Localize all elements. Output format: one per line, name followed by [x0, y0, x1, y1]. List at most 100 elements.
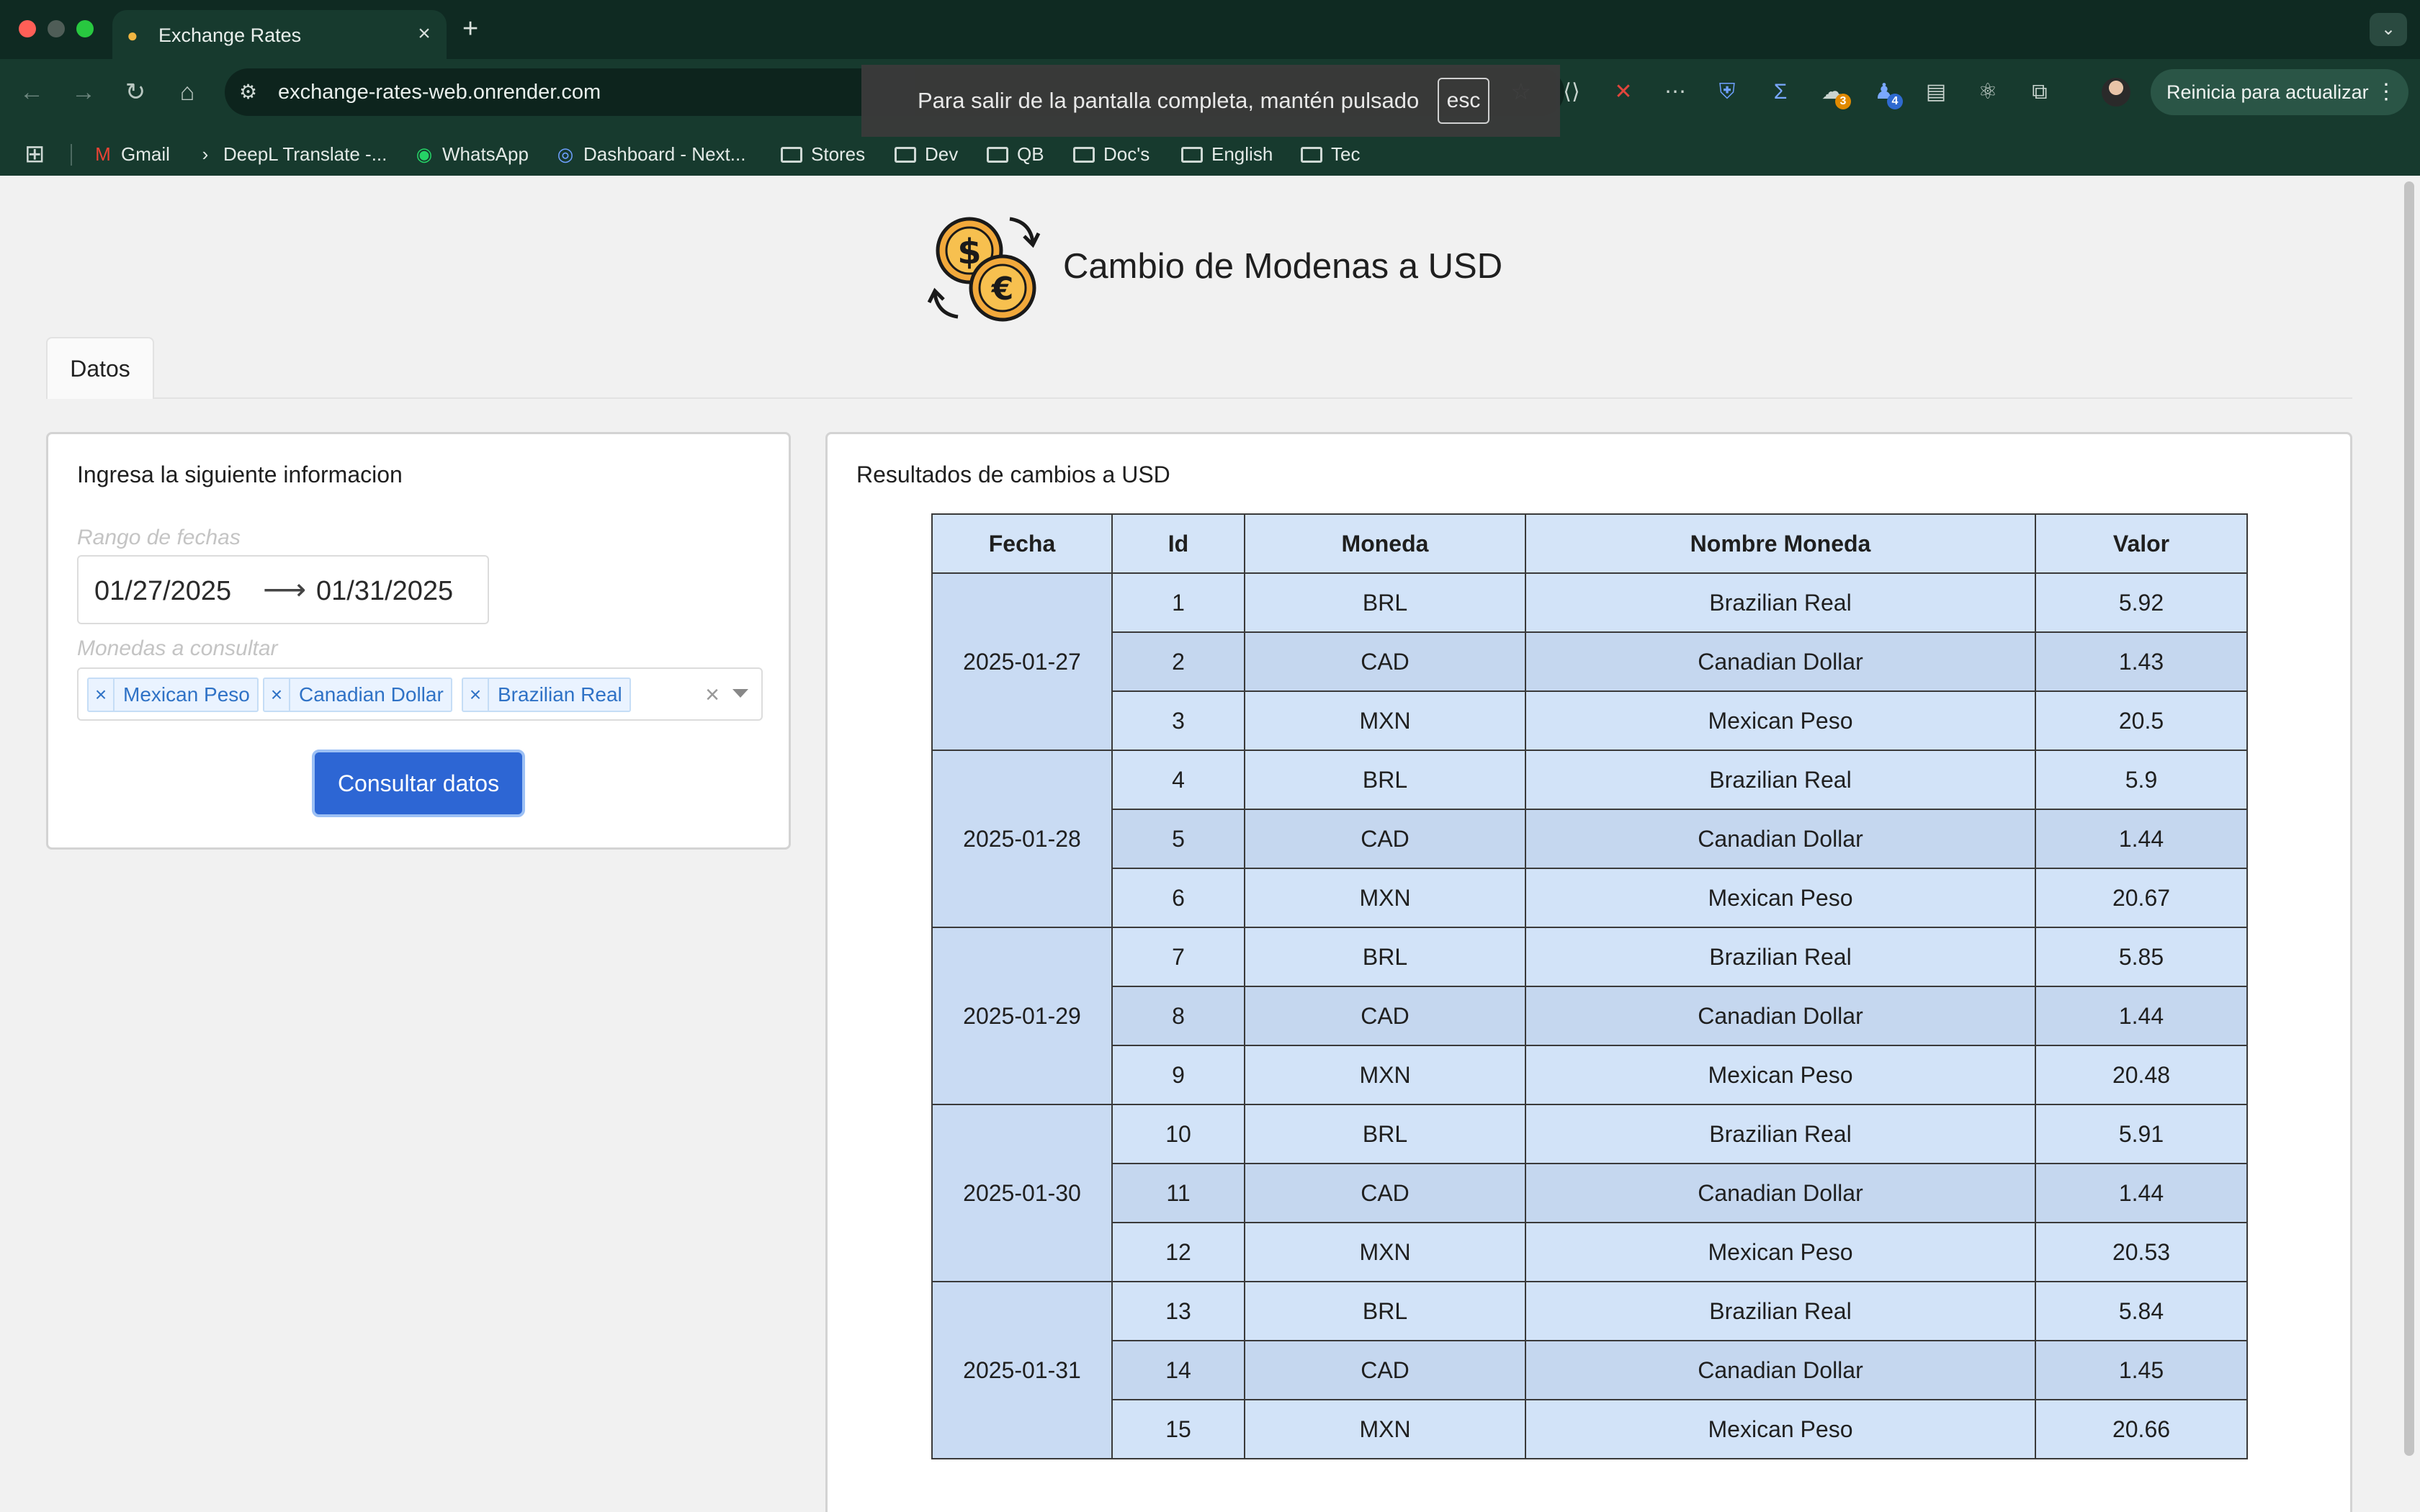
- extension-weather-icon[interactable]: ☁ 3: [1816, 76, 1851, 109]
- start-date-input[interactable]: 01/27/2025: [94, 575, 231, 607]
- profile-avatar[interactable]: [2102, 78, 2130, 107]
- bookmark-dashboard[interactable]: ◎ Dashboard - Next...: [553, 138, 746, 170]
- clear-all-icon[interactable]: ×: [705, 680, 720, 709]
- home-icon[interactable]: ⌂: [170, 75, 205, 109]
- column-header: Moneda: [1244, 513, 1526, 574]
- moneda-cell: CAD: [1244, 809, 1526, 869]
- bookmark-folder-docs[interactable]: Doc's: [1073, 138, 1150, 170]
- bookmark-label: WhatsApp: [442, 143, 529, 165]
- bookmark-folder-english[interactable]: English: [1181, 138, 1273, 170]
- bookmark-label: Gmail: [121, 143, 170, 165]
- nombre-moneda-cell: Mexican Peso: [1525, 1399, 2036, 1459]
- reload-icon[interactable]: ↻: [118, 75, 153, 109]
- form-title: Ingresa la siguiente informacion: [77, 462, 403, 487]
- apps-grid-icon[interactable]: ⊞: [24, 138, 45, 170]
- valor-cell: 1.45: [2035, 1340, 2248, 1400]
- nombre-moneda-cell: Brazilian Real: [1525, 750, 2036, 810]
- extension-person-icon[interactable]: ♟ 4: [1868, 76, 1903, 109]
- nombre-moneda-cell: Canadian Dollar: [1525, 809, 2036, 869]
- back-arrow-icon[interactable]: ←: [14, 75, 49, 109]
- bookmark-gmail[interactable]: M Gmail: [91, 138, 170, 170]
- currencies-label: Monedas a consultar: [77, 636, 278, 660]
- nombre-moneda-cell: Canadian Dollar: [1525, 986, 2036, 1046]
- bookmark-folder-tec[interactable]: Tec: [1301, 138, 1360, 170]
- fullscreen-message: Para salir de la pantalla completa, mant…: [918, 88, 1420, 113]
- folder-icon: [895, 147, 916, 163]
- extension-sigma-icon[interactable]: Σ: [1765, 76, 1796, 108]
- extension-dots-icon[interactable]: ⋯: [1659, 76, 1691, 108]
- extension-badge: 3: [1835, 94, 1851, 109]
- tab-datos[interactable]: Datos: [46, 337, 154, 399]
- bookmark-whatsapp[interactable]: ◉ WhatsApp: [412, 138, 529, 170]
- id-cell: 15: [1111, 1399, 1245, 1459]
- page-title: Cambio de Modenas a USD: [1063, 247, 1503, 286]
- valor-cell: 20.48: [2035, 1045, 2248, 1105]
- results-table: Fecha Id Moneda Nombre Moneda Valor 2025…: [931, 513, 2248, 1459]
- update-button[interactable]: Reinicia para actualizar ⋮: [2151, 69, 2408, 115]
- moneda-cell: BRL: [1244, 1281, 1526, 1341]
- nombre-moneda-cell: Canadian Dollar: [1525, 1340, 2036, 1400]
- id-cell: 3: [1111, 690, 1245, 751]
- table-row: 2025-01-30 10 BRL Brazilian Real 5.91: [931, 1104, 2248, 1282]
- url-text[interactable]: exchange-rates-web.onrender.com: [278, 80, 601, 104]
- valor-cell: 5.91: [2035, 1104, 2248, 1164]
- bookmark-label: Stores: [811, 143, 866, 165]
- valor-cell: 1.44: [2035, 809, 2248, 869]
- table-row: 2025-01-31 13 BRL Brazilian Real 5.84: [931, 1281, 2248, 1459]
- tab-close-icon[interactable]: ×: [412, 22, 436, 46]
- scrollbar-thumb[interactable]: [2404, 181, 2414, 1456]
- nombre-moneda-cell: Brazilian Real: [1525, 572, 2036, 633]
- window-close-button[interactable]: [19, 20, 36, 37]
- extensions-puzzle-icon[interactable]: ⧉: [2024, 76, 2056, 108]
- valor-cell: 20.53: [2035, 1222, 2248, 1282]
- new-tab-icon[interactable]: +: [462, 14, 478, 43]
- extension-devtools-icon[interactable]: ⟨⟩: [1556, 76, 1587, 108]
- menu-dots-icon[interactable]: ⋮: [2375, 69, 2397, 115]
- forward-arrow-icon[interactable]: →: [66, 75, 101, 109]
- chip-remove-icon[interactable]: ×: [89, 679, 115, 711]
- site-settings-icon[interactable]: ⚙: [239, 80, 257, 104]
- moneda-cell: MXN: [1244, 1399, 1526, 1459]
- bookmark-folder-qb[interactable]: QB: [987, 138, 1044, 170]
- bookmark-folder-dev[interactable]: Dev: [895, 138, 958, 170]
- gmail-icon: M: [95, 143, 111, 165]
- moneda-cell: MXN: [1244, 868, 1526, 928]
- valor-cell: 1.44: [2035, 986, 2248, 1046]
- tab-title: Exchange Rates: [158, 24, 302, 46]
- dropdown-caret-icon[interactable]: [732, 689, 748, 698]
- chip-label: Canadian Dollar: [299, 683, 444, 706]
- chip-remove-icon[interactable]: ×: [463, 679, 489, 711]
- update-button-label: Reinicia para actualizar: [2166, 81, 2369, 103]
- id-cell: 13: [1111, 1281, 1245, 1341]
- column-header: Valor: [2035, 513, 2248, 574]
- bookmark-label: Doc's: [1103, 143, 1150, 165]
- consultar-datos-button[interactable]: Consultar datos: [312, 750, 525, 817]
- window-minimize-button[interactable]: [48, 20, 65, 37]
- bookmark-label: Dev: [925, 143, 959, 165]
- chip-remove-icon[interactable]: ×: [264, 679, 290, 711]
- table-row: 5 CAD Canadian Dollar 1.44: [932, 809, 2248, 869]
- table-body: 2025-01-27 1 BRL Brazilian Real 5.92 2 CAD Cana…: [931, 572, 2248, 1459]
- extension-document-icon[interactable]: ▤: [1920, 76, 1952, 108]
- valor-cell: 1.43: [2035, 631, 2248, 692]
- extension-shield-icon[interactable]: ⛨: [1711, 76, 1743, 108]
- end-date-input[interactable]: 01/31/2025: [316, 575, 453, 607]
- currency-multiselect[interactable]: × Mexican Peso × Canadian Dollar × Brazilia…: [77, 667, 763, 721]
- moneda-cell: BRL: [1244, 572, 1526, 633]
- dashboard-icon: ◎: [557, 143, 574, 165]
- bookmark-deepl[interactable]: › DeepL Translate -...: [193, 138, 387, 170]
- folder-icon: [1073, 147, 1095, 163]
- extension-x-icon[interactable]: ✕: [1608, 76, 1639, 108]
- date-range-label: Rango de fechas: [77, 526, 241, 549]
- page-scrollbar[interactable]: [2398, 176, 2420, 1512]
- table-row: 15 MXN Mexican Peso 20.66: [932, 1399, 2248, 1459]
- extension-badge: 4: [1887, 94, 1903, 109]
- table-row: 8 CAD Canadian Dollar 1.44: [932, 986, 2248, 1046]
- extension-react-icon[interactable]: ⚛: [1972, 76, 2004, 108]
- browser-tab[interactable]: ● Exchange Rates ×: [112, 10, 447, 59]
- date-range-picker[interactable]: 01/27/2025 ⟶ 01/31/2025: [77, 555, 489, 624]
- coins-favicon-icon: ●: [127, 24, 138, 46]
- bookmark-folder-stores[interactable]: Stores: [781, 138, 865, 170]
- window-fullscreen-button[interactable]: [76, 20, 94, 37]
- tab-search-chevron-icon[interactable]: ⌄: [2370, 13, 2407, 46]
